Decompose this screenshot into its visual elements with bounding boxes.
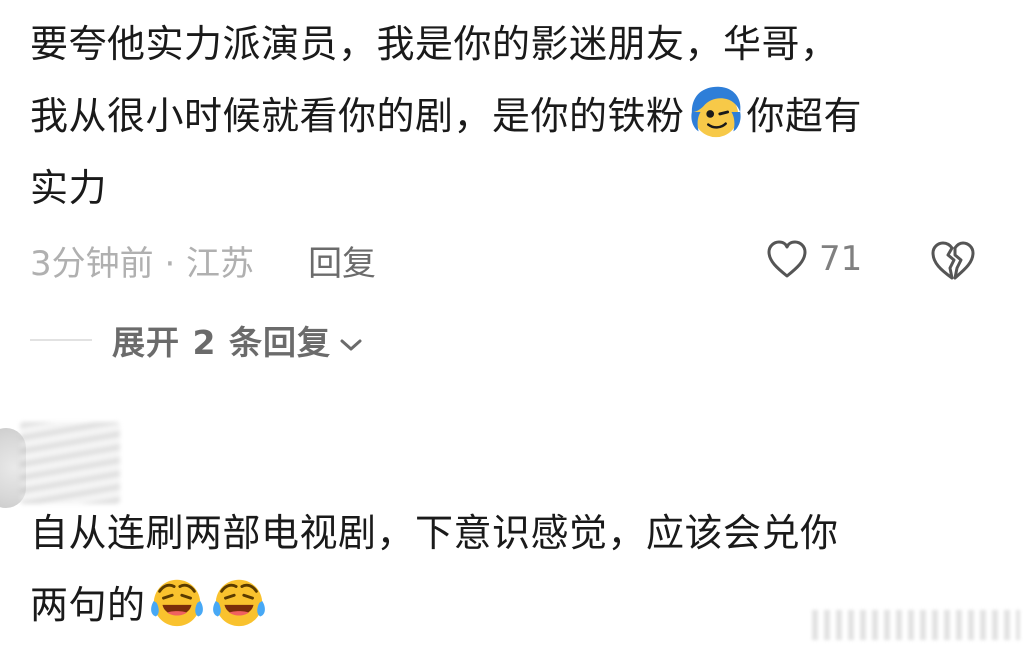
comment-text-line: 要夸他实力派演员，我是你的影迷朋友，华哥，	[30, 22, 839, 66]
dislike-button[interactable]	[928, 238, 976, 291]
username-blurred	[20, 422, 120, 504]
comment-text-segment: 两句的	[30, 583, 146, 627]
laughing-crying-face-emoji-icon	[150, 579, 203, 627]
like-count: 71	[819, 239, 863, 279]
expand-replies-label: 展开 2 条回复	[112, 323, 331, 362]
reply-button[interactable]: 回复	[308, 236, 376, 285]
comment-meta-row: 3分钟前 · 江苏 回复 71	[30, 230, 1000, 290]
broken-heart-icon	[931, 241, 975, 280]
like-button[interactable]: 71	[765, 238, 862, 280]
laughing-crying-face-emoji-icon	[212, 579, 265, 627]
chevron-down-icon	[340, 339, 362, 350]
comment-text-segment: 我从很小时候就看你的剧，是你的铁粉	[30, 94, 685, 138]
comment-text-line: 我从很小时候就看你的剧，是你的铁粉 你超有	[30, 80, 862, 152]
expand-replies-button[interactable]: 展开 2 条回复	[112, 316, 363, 364]
divider	[30, 339, 92, 341]
comment-text-line: 实力	[30, 166, 108, 210]
expand-replies-row: 展开 2 条回复	[30, 312, 363, 368]
comment-time-location: 3分钟前 · 江苏	[30, 243, 255, 284]
watermark	[812, 610, 1020, 640]
blue-hair-cheeky-face-emoji-icon	[690, 86, 741, 138]
comment-text-line: 两句的	[30, 569, 270, 641]
heart-icon	[767, 240, 807, 278]
comment-text-segment: 你超有	[746, 94, 863, 138]
comment-text-line: 自从连刷两部电视剧，下意识感觉，应该会兑你	[30, 511, 839, 555]
